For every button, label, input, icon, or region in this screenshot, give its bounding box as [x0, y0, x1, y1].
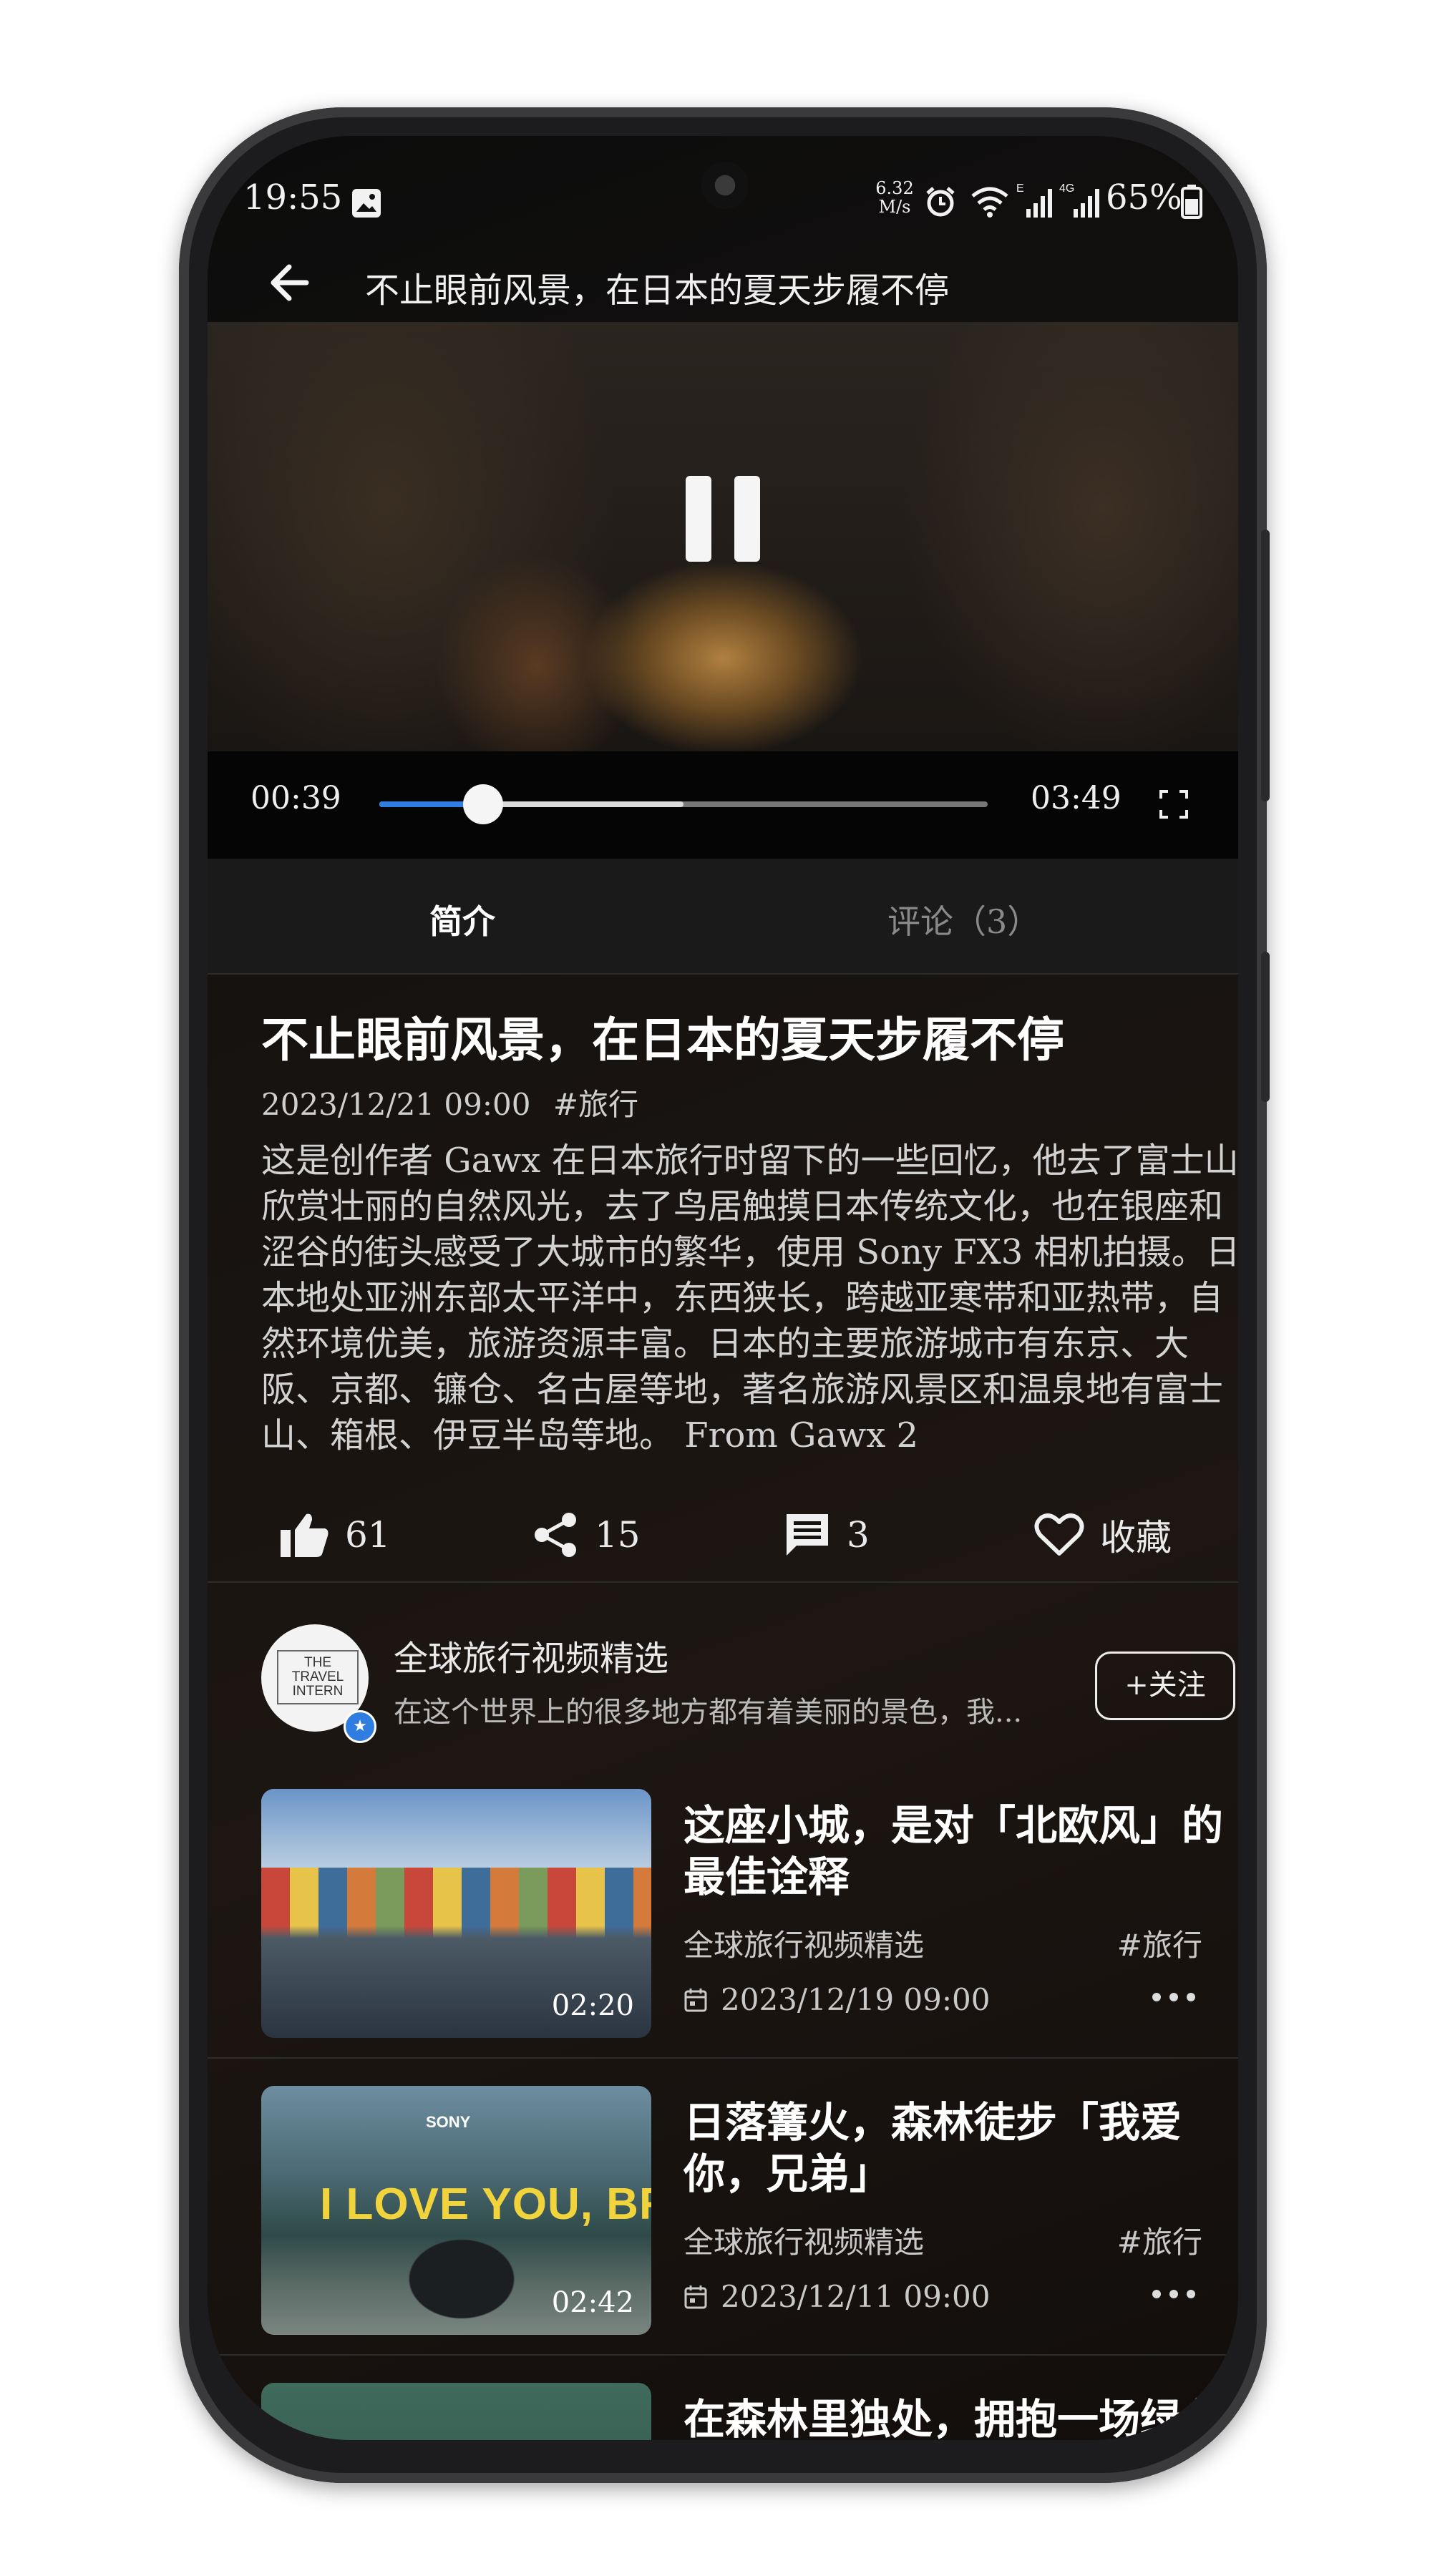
signal-1-icon: E	[1016, 182, 1052, 218]
header: 不止眼前风景，在日本的夏天步履不停	[208, 243, 1238, 322]
verified-badge-icon: ★	[344, 1710, 376, 1743]
thumb-overlay-text: I LOVE YOU, BRO	[320, 2180, 651, 2229]
calendar-icon	[684, 2285, 707, 2308]
alarm-icon	[926, 187, 955, 217]
status-time: 19:55	[243, 177, 343, 218]
favorite-label: 收藏	[1100, 1517, 1172, 1558]
total-time: 03:49	[1031, 780, 1122, 816]
related-date-row: 2023/12/11 09:00	[683, 2279, 990, 2314]
related-author: 全球旅行视频精选	[683, 1928, 925, 1963]
signal-2-icon: 4G	[1059, 182, 1099, 218]
related-video-card[interactable]: 在森林里独处，拥抱一场绿色	[208, 2354, 1238, 2440]
related-title[interactable]: 日落篝火，森林徒步「我爱你，兄弟」	[683, 2097, 1227, 2200]
player-controls: 00:39 03:49	[208, 751, 1238, 859]
favorite-button[interactable]: 收藏	[1034, 1510, 1172, 1560]
tab-intro[interactable]: 简介	[429, 896, 495, 943]
wifi-icon	[971, 187, 1008, 218]
battery-icon	[1181, 185, 1202, 219]
more-options-icon[interactable]	[1152, 2283, 1195, 2304]
video-thumbnail[interactable]	[261, 2383, 651, 2440]
tab-bar: 简介 评论（3）	[208, 859, 1238, 975]
svg-text:E: E	[1016, 182, 1024, 195]
comment-icon	[787, 1514, 828, 1556]
related-tag: #旅行	[1116, 2225, 1202, 2260]
screen: 19:55 6.32 M/s E 4G 65% 不止眼前风景，在日本的夏天步履不…	[208, 136, 1238, 2440]
video-meta: 2023/12/21 09:00 #旅行	[261, 1080, 638, 1124]
avatar-logo-text: THE TRAVEL INTERN	[277, 1650, 359, 1704]
channel-name[interactable]: 全球旅行视频精选	[394, 1630, 668, 1680]
current-time: 00:39	[250, 780, 341, 816]
video-thumbnail[interactable]: 02:20	[261, 1789, 651, 2038]
action-bar: 61 15 3 收藏	[208, 1481, 1238, 1583]
related-video-card[interactable]: 02:20 这座小城，是对「北欧风」的最佳诠释 全球旅行视频精选 #旅行 202…	[208, 1760, 1238, 2059]
follow-button[interactable]: +关注	[1095, 1652, 1235, 1720]
video-title: 不止眼前风景，在日本的夏天步履不停	[261, 1012, 1064, 1068]
thumb-brand: SONY	[426, 2113, 471, 2131]
svg-text:4G: 4G	[1059, 182, 1074, 195]
progress-bar[interactable]	[379, 784, 988, 824]
video-duration: 02:20	[551, 1989, 634, 2022]
related-date: 2023/12/11 09:00	[721, 2279, 991, 2314]
power-button	[1261, 952, 1270, 1102]
comment-button[interactable]: 3	[784, 1510, 870, 1560]
share-count: 15	[595, 1514, 641, 1556]
video-description: 这是创作者 Gawx 在日本旅行时留下的一些回忆，他去了富士山欣赏壮丽的自然风光…	[261, 1141, 1238, 1455]
video-thumbnail[interactable]: SONY I LOVE YOU, BRO 02:42	[261, 2086, 651, 2335]
progress-thumb[interactable]	[462, 784, 503, 824]
front-camera	[701, 162, 749, 209]
volume-button	[1261, 530, 1270, 801]
like-button[interactable]: 61	[279, 1510, 391, 1560]
heart-icon	[1034, 1513, 1084, 1556]
pause-button[interactable]	[686, 476, 760, 562]
related-tag: #旅行	[1116, 1928, 1202, 1963]
thumb-up-icon	[281, 1513, 329, 1557]
gallery-icon	[352, 189, 381, 218]
related-date-row: 2023/12/19 09:00	[683, 1982, 990, 2017]
related-author: 全球旅行视频精选	[683, 2225, 925, 2260]
fullscreen-icon[interactable]	[1159, 790, 1188, 819]
net-speed: 6.32 M/s	[875, 178, 914, 217]
related-title[interactable]: 这座小城，是对「北欧风」的最佳诠释	[683, 1800, 1227, 1903]
more-options-icon[interactable]	[1152, 1986, 1195, 2007]
page-title: 不止眼前风景，在日本的夏天步履不停	[365, 270, 950, 311]
battery-percent: 65%	[1106, 177, 1182, 218]
video-duration: 02:42	[551, 2286, 634, 2319]
like-count: 61	[345, 1514, 391, 1556]
tab-comments[interactable]: 评论（3）	[887, 896, 1040, 943]
related-date: 2023/12/19 09:00	[721, 1982, 991, 2017]
share-icon	[535, 1513, 576, 1557]
channel-description: 在这个世界上的很多地方都有着美丽的景色，我...	[394, 1696, 1023, 1729]
channel-row[interactable]: THE TRAVEL INTERN ★ 全球旅行视频精选 在这个世界上的很多地方…	[208, 1603, 1238, 1746]
back-arrow-icon[interactable]	[265, 258, 315, 308]
video-player[interactable]	[208, 322, 1238, 751]
video-tag[interactable]: #旅行	[553, 1087, 638, 1122]
comment-count: 3	[847, 1514, 870, 1556]
related-title[interactable]: 在森林里独处，拥抱一场绿色	[683, 2394, 1227, 2440]
related-video-card[interactable]: SONY I LOVE YOU, BRO 02:42 日落篝火，森林徒步「我爱你…	[208, 2057, 1238, 2356]
calendar-icon	[684, 1988, 707, 2011]
share-button[interactable]: 15	[533, 1510, 641, 1560]
publish-date: 2023/12/21 09:00	[261, 1087, 531, 1122]
